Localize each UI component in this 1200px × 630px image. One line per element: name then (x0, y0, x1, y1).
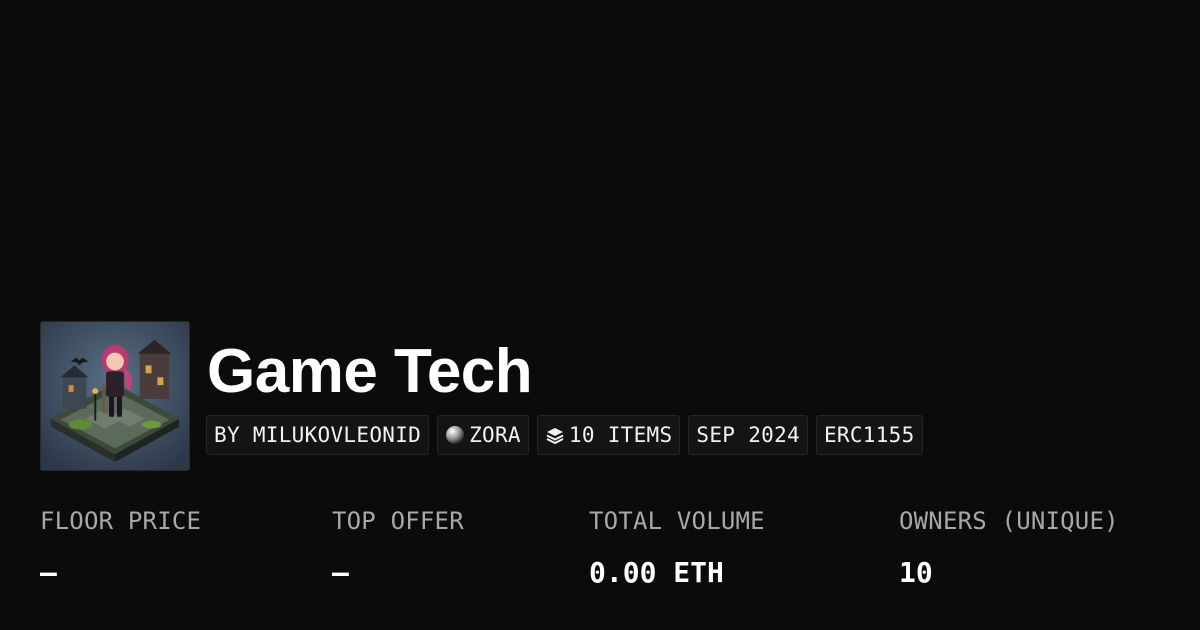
creator-tag[interactable]: BY MILUKOVLEONID (206, 415, 430, 455)
floor-price-value: – (40, 556, 57, 589)
layers-icon (545, 425, 565, 445)
total-volume-label: TOTAL VOLUME (589, 507, 765, 535)
collection-card: Game Tech BY MILUKOVLEONID ZORA 10 ITEMS… (0, 0, 1200, 630)
top-offer-stat: TOP OFFER – (332, 505, 464, 591)
collection-tags: BY MILUKOVLEONID ZORA 10 ITEMS SEP 2024 … (206, 415, 923, 455)
collection-thumbnail[interactable] (40, 321, 190, 471)
items-tag[interactable]: 10 ITEMS (536, 415, 681, 455)
owners-value: 10 (899, 556, 933, 589)
chain-tag-label: ZORA (469, 423, 521, 447)
floor-price-stat: FLOOR PRICE – (40, 505, 201, 591)
total-volume-value: 0.00 ETH (589, 556, 724, 589)
sphere-icon (445, 425, 465, 445)
standard-tag: ERC1155 (815, 415, 923, 455)
floor-price-label: FLOOR PRICE (40, 507, 202, 535)
top-offer-label: TOP OFFER (332, 507, 464, 535)
items-tag-label: 10 ITEMS (568, 423, 673, 447)
total-volume-stat: TOTAL VOLUME 0.00 ETH (589, 505, 765, 591)
collection-title: Game Tech (207, 337, 533, 406)
creator-tag-label: BY MILUKOVLEONID (214, 423, 422, 447)
owners-label: OWNERS (UNIQUE) (899, 507, 1119, 535)
date-tag: SEP 2024 (688, 415, 808, 455)
standard-tag-label: ERC1155 (823, 423, 915, 447)
date-tag-label: SEP 2024 (696, 423, 800, 447)
top-offer-value: – (332, 556, 349, 589)
chain-tag[interactable]: ZORA (437, 415, 529, 455)
collection-artwork-image (41, 322, 189, 470)
owners-stat: OWNERS (UNIQUE) 10 (899, 505, 1119, 591)
